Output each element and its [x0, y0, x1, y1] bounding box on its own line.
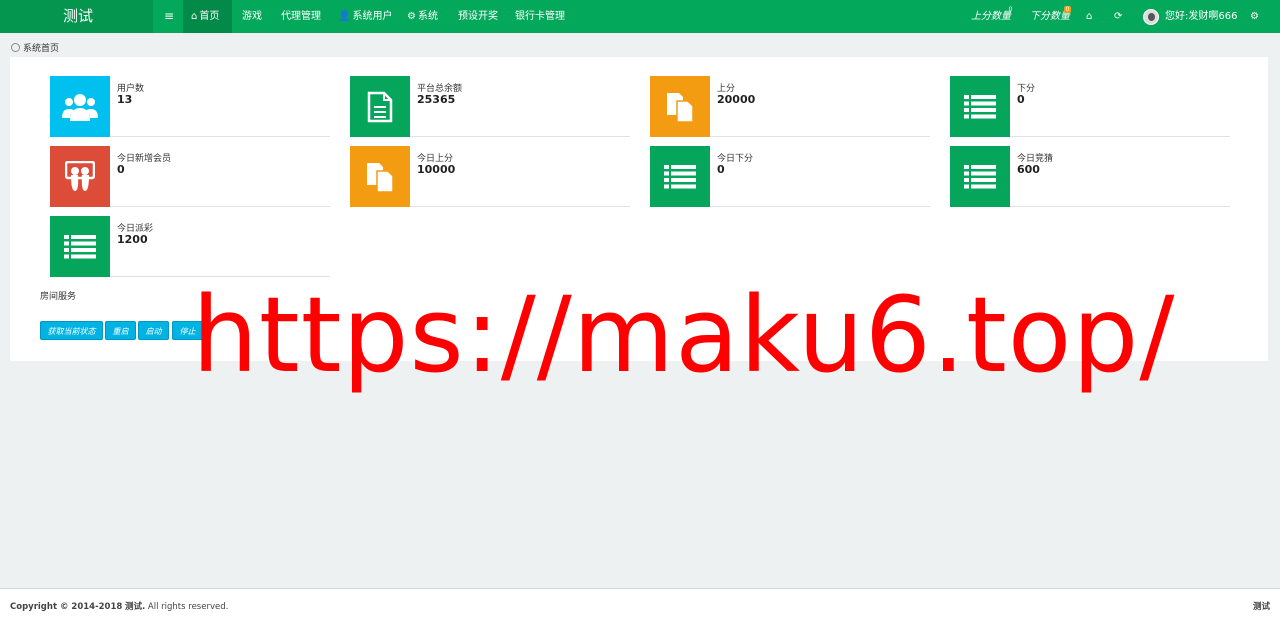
user-icon: 👤 — [338, 11, 351, 22]
list-icon-svg — [664, 164, 696, 188]
copyright-text: Copyright © 2014-2018 测试. All rights res… — [10, 602, 229, 612]
home-shortcut-icon[interactable]: ⌂ — [1086, 0, 1092, 33]
list-icon — [650, 146, 710, 207]
copy-icon — [650, 76, 710, 137]
document-icon-svg — [367, 91, 393, 122]
copy-icon-svg — [367, 162, 394, 193]
tile-value: 0 — [717, 163, 725, 176]
tile-value: 0 — [1017, 93, 1025, 106]
list-icon-svg — [964, 164, 996, 188]
room-service-title: 房间服务 — [40, 292, 77, 302]
nav-item-agent-management[interactable]: 代理管理 — [281, 0, 321, 33]
stat-tile-payout-today[interactable]: 今日派彩 1200 — [50, 216, 330, 277]
get-status-button[interactable]: 获取当前状态 — [40, 321, 103, 340]
tile-value: 0 — [117, 163, 125, 176]
slideshare-icon-svg — [65, 160, 95, 191]
top-navbar: 测试 ≡ ⌂ 首页 游戏 代理管理 👤 系统用户 ⚙ 系统 预设开奖 银行卡管理 上分… — [0, 0, 1280, 33]
brand-logo[interactable]: 测试 — [0, 0, 153, 33]
tile-label: 今日新增会员 — [117, 154, 172, 164]
nav-item-games[interactable]: 游戏 — [242, 0, 262, 33]
user-greeting[interactable]: 您好:发财啊666 — [1165, 0, 1237, 33]
copy-icon — [350, 146, 410, 207]
menu-toggle-icon[interactable]: ≡ — [158, 0, 180, 33]
document-icon — [350, 76, 410, 137]
users-icon-svg — [62, 93, 98, 121]
breadcrumb: 系统首页 — [11, 43, 59, 55]
slideshare-icon — [50, 146, 110, 207]
stat-tile-up-points[interactable]: 上分 20000 — [650, 76, 930, 137]
nav-item-preset-draw[interactable]: 预设开奖 — [458, 0, 498, 33]
nav-item-system-users[interactable]: 👤 系统用户 — [338, 0, 392, 33]
home-icon: ⌂ — [191, 11, 198, 22]
list-icon — [950, 146, 1010, 207]
down-count-link[interactable]: 下分数量 — [1030, 0, 1070, 33]
watermark-url: https://maku6.top/ — [192, 274, 1176, 396]
copyright-link[interactable]: 测试. — [125, 602, 145, 612]
stat-tile-platform-balance[interactable]: 平台总余额 25365 — [350, 76, 630, 137]
list-icon — [50, 216, 110, 277]
up-count-badge: 0 — [1008, 6, 1013, 13]
stat-tile-down-points-today[interactable]: 今日下分 0 — [650, 146, 930, 207]
list-icon — [950, 76, 1010, 137]
gear-icon: ⚙ — [407, 11, 416, 22]
tile-value: 20000 — [717, 93, 756, 106]
tile-value: 13 — [117, 93, 133, 106]
tile-value: 10000 — [417, 163, 456, 176]
stat-tile-down-points[interactable]: 下分 0 — [950, 76, 1230, 137]
tile-value: 25365 — [417, 93, 456, 106]
stat-tile-up-points-today[interactable]: 今日上分 10000 — [350, 146, 630, 207]
nav-item-bank-cards[interactable]: 银行卡管理 — [515, 0, 565, 33]
footer-brand: 测试 — [1252, 602, 1270, 612]
list-icon-svg — [64, 234, 96, 258]
stat-tile-bets-today[interactable]: 今日竞猜 600 — [950, 146, 1230, 207]
up-count-link[interactable]: 上分数量 — [971, 0, 1011, 33]
stat-tile-new-members-today[interactable]: 今日新增会员 0 — [50, 146, 330, 207]
nav-item-system[interactable]: ⚙ 系统 — [407, 0, 438, 33]
list-icon-svg — [964, 94, 996, 118]
avatar[interactable] — [1143, 9, 1159, 25]
start-button[interactable]: 启动 — [138, 321, 169, 340]
stat-tile-user-count[interactable]: 用户数 13 — [50, 76, 330, 137]
copy-icon-svg — [667, 92, 694, 123]
settings-gears-icon[interactable]: ⚙ — [1250, 0, 1259, 33]
page-footer: Copyright © 2014-2018 测试. All rights res… — [0, 588, 1280, 622]
restart-button[interactable]: 重启 — [105, 321, 136, 340]
down-count-badge: 0 — [1064, 6, 1071, 13]
dashboard-icon — [11, 43, 20, 52]
users-icon — [50, 76, 110, 137]
tile-value: 1200 — [117, 233, 148, 246]
tile-value: 600 — [1017, 163, 1040, 176]
nav-item-home[interactable]: ⌂ 首页 — [183, 0, 232, 33]
refresh-icon[interactable]: ⟳ — [1114, 0, 1122, 33]
